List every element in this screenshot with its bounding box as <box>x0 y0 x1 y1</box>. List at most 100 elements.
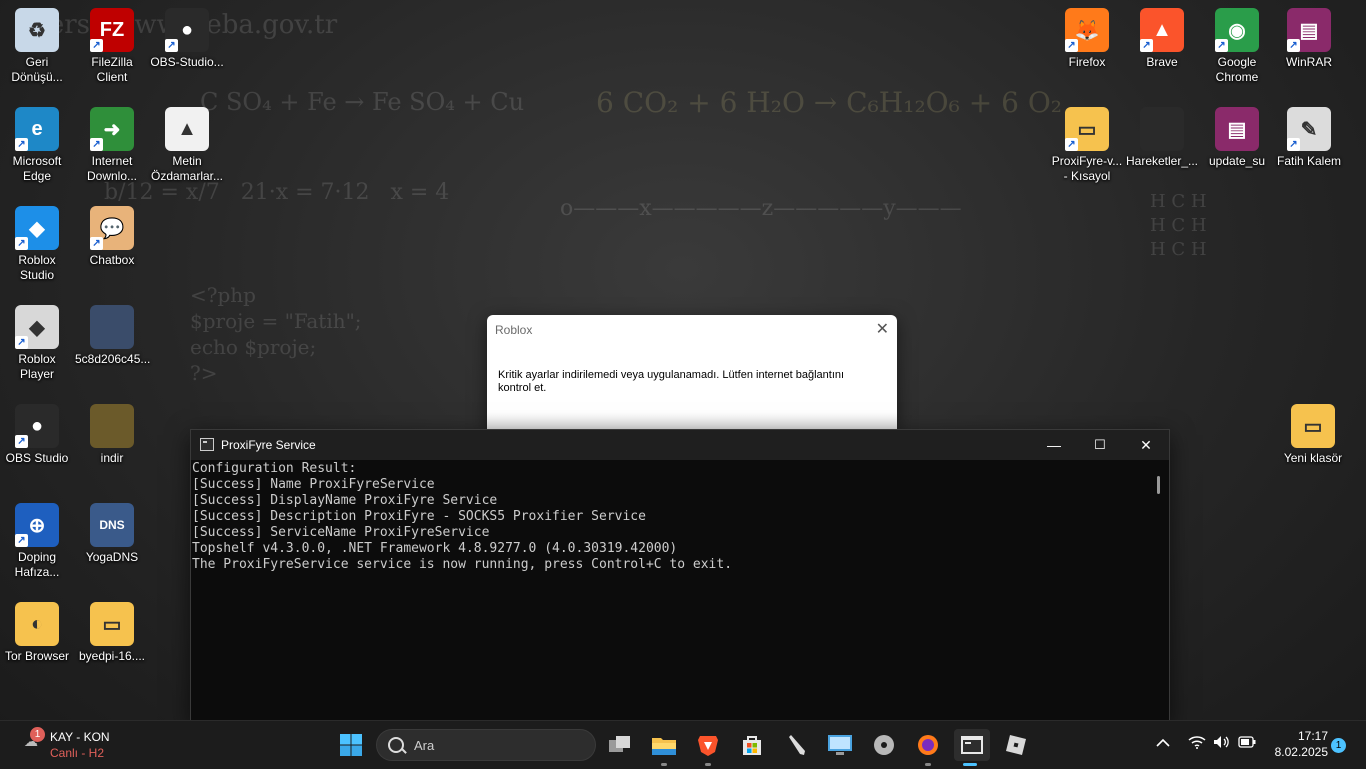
taskbar-roblox[interactable] <box>1000 729 1032 761</box>
clock-time: 17:17 <box>1297 729 1328 743</box>
desktop-icon[interactable]: e ↗ Microsoft Edge <box>0 107 74 184</box>
console-output[interactable]: Configuration Result: [Success] Name Prox… <box>191 460 1149 722</box>
folder-shortcut-icon: ▭ ↗ <box>1065 107 1109 151</box>
console-line: [Success] Description ProxiFyre - SOCKS5… <box>192 509 646 524</box>
pen-icon: ✎ ↗ <box>1287 107 1331 151</box>
desktop-icon[interactable]: Hareketler_... <box>1125 107 1199 169</box>
doping-icon: ⊕ ↗ <box>15 503 59 547</box>
desktop-icon[interactable]: ▭ ↗ ProxiFyre-v... - Kısayol <box>1050 107 1124 184</box>
notification-badge[interactable]: 1 <box>1331 738 1346 753</box>
weather-widget[interactable]: ☁ 1 KAY - KON Canlı - H2 <box>22 727 132 763</box>
taskbar-fatih-kalem[interactable] <box>780 729 812 761</box>
image-thumbnail-icon <box>90 305 134 349</box>
desktop-icon[interactable]: FZ ↗ FileZilla Client <box>75 8 149 85</box>
obs-studio-icon: ● ↗ <box>15 404 59 448</box>
store-icon <box>743 736 761 755</box>
desktop-icon[interactable]: ▭ byedpi-16.... <box>75 602 149 664</box>
running-indicator <box>705 763 711 766</box>
desktop-icon[interactable]: indir <box>75 404 149 466</box>
minimize-button[interactable]: — <box>1031 430 1077 460</box>
clock-button[interactable]: 17:17 8.02.2025 <box>1264 728 1328 762</box>
desktop-icon[interactable]: ✎ ↗ Fatih Kalem <box>1272 107 1346 169</box>
console-line: Topshelf v4.3.0.0, .NET Framework 4.8.92… <box>192 541 678 556</box>
desktop-icon[interactable]: ◐ Tor Browser <box>0 602 74 664</box>
filezilla-icon: FZ ↗ <box>90 8 134 52</box>
desktop-icon[interactable]: ⊕ ↗ Doping Hafıza... <box>0 503 74 580</box>
clock-date: 8.02.2025 <box>1274 745 1328 759</box>
volume-button[interactable] <box>1213 735 1233 755</box>
speaker-icon <box>1214 736 1229 748</box>
desktop-icon-label: Doping Hafıza... <box>14 550 60 579</box>
shortcut-arrow-icon: ↗ <box>15 534 28 547</box>
desktop-icon[interactable]: ● ↗ OBS Studio <box>0 404 74 466</box>
desktop-icon[interactable]: ▲ Metin Özdamarlar... <box>150 107 224 184</box>
desktop-icon-label: update_su <box>1208 154 1266 168</box>
shortcut-arrow-icon: ↗ <box>1287 39 1300 52</box>
network-status-button[interactable] <box>1188 735 1208 755</box>
maximize-button[interactable]: ☐ <box>1077 430 1123 460</box>
file-icon <box>1140 107 1184 151</box>
taskbar-console[interactable] <box>954 729 990 766</box>
desktop-icon-label: Roblox Player <box>18 352 56 381</box>
roblox-studio-icon: ◆ ↗ <box>15 206 59 250</box>
desktop-icon[interactable]: 5c8d206c45... <box>75 305 150 367</box>
firefox-icon <box>918 735 938 755</box>
desktop-icon[interactable]: ▤ update_su <box>1200 107 1274 169</box>
roblox-icon <box>1006 735 1026 755</box>
desktop-icon-label: OBS Studio <box>5 451 69 465</box>
desktop-icon[interactable]: ◆ ↗ Roblox Studio <box>0 206 74 283</box>
desktop-icon[interactable]: ▲ ↗ Brave <box>1125 8 1199 70</box>
taskbar-file-explorer[interactable] <box>648 729 680 766</box>
dialog-close-button[interactable]: ✕ <box>876 319 889 339</box>
taskbar-microsoft-store[interactable] <box>736 729 768 761</box>
weather-title: KAY - KON <box>50 730 110 744</box>
chrome-icon: ◉ ↗ <box>1215 8 1259 52</box>
taskbar-search[interactable]: Ara <box>376 729 596 761</box>
desktop-icon[interactable]: ▭ Yeni klasör <box>1276 404 1350 466</box>
shortcut-arrow-icon: ↗ <box>15 336 28 349</box>
battery-button[interactable] <box>1238 735 1258 755</box>
shortcut-arrow-icon: ↗ <box>15 237 28 250</box>
console-title: ProxiFyre Service <box>221 438 316 452</box>
scrollbar-thumb[interactable] <box>1157 476 1160 494</box>
yogadns-icon: DNS <box>90 503 134 547</box>
desktop-icon-label: Internet Downlo... <box>86 154 138 183</box>
desktop-icon[interactable]: ♻ Geri Dönüşü... <box>0 8 74 85</box>
dialog-footer <box>487 413 897 429</box>
disc-icon <box>874 735 894 755</box>
desktop-icon-label: ProxiFyre-v... - Kısayol <box>1051 154 1123 183</box>
desktop-icon[interactable]: ● ↗ OBS-Studio... <box>150 8 224 70</box>
desktop-icon-label: Fatih Kalem <box>1276 154 1342 168</box>
task-view-button[interactable] <box>604 729 636 761</box>
taskbar: ☁ 1 KAY - KON Canlı - H2 Ara 17:17 8.02.… <box>0 720 1366 769</box>
search-icon <box>388 737 404 753</box>
shortcut-arrow-icon: ↗ <box>165 39 178 52</box>
desktop-icon[interactable]: 💬 ↗ Chatbox <box>75 206 149 268</box>
desktop-icon[interactable]: ▤ ↗ WinRAR <box>1272 8 1346 70</box>
desktop-icon[interactable]: ➜ ↗ Internet Downlo... <box>75 107 149 184</box>
desktop-icon-label: indir <box>100 451 124 465</box>
tor-folder-icon: ◐ <box>15 602 59 646</box>
desktop-icon[interactable]: ◆ ↗ Roblox Player <box>0 305 74 382</box>
shortcut-arrow-icon: ↗ <box>1140 39 1153 52</box>
desktop-icon[interactable]: DNS YogaDNS <box>75 503 149 565</box>
console-titlebar[interactable]: ProxiFyre Service — ☐ ✕ <box>191 430 1169 460</box>
search-placeholder: Ara <box>414 738 435 753</box>
start-button[interactable] <box>335 729 367 761</box>
battery-icon <box>1238 736 1256 748</box>
desktop-icon-label: Hareketler_... <box>1125 154 1199 168</box>
tray-overflow-button[interactable] <box>1156 735 1176 755</box>
roblox-dialog: Roblox ✕ Kritik ayarlar indirilemedi vey… <box>487 315 897 429</box>
taskbar-brave[interactable] <box>692 729 724 766</box>
console-scrollbar[interactable] <box>1149 460 1169 722</box>
shortcut-arrow-icon: ↗ <box>15 138 28 151</box>
taskbar-remote-desktop[interactable] <box>824 729 856 761</box>
taskbar-disc-app[interactable] <box>868 729 900 761</box>
close-button[interactable]: ✕ <box>1123 430 1169 460</box>
edge-icon: e ↗ <box>15 107 59 151</box>
console-line: The ProxiFyreService service is now runn… <box>192 557 733 572</box>
desktop-icon[interactable]: ◉ ↗ Google Chrome <box>1200 8 1274 85</box>
desktop-icon[interactable]: 🦊 ↗ Firefox <box>1050 8 1124 70</box>
taskbar-firefox[interactable] <box>912 729 944 766</box>
folder-icon: ▭ <box>1291 404 1335 448</box>
